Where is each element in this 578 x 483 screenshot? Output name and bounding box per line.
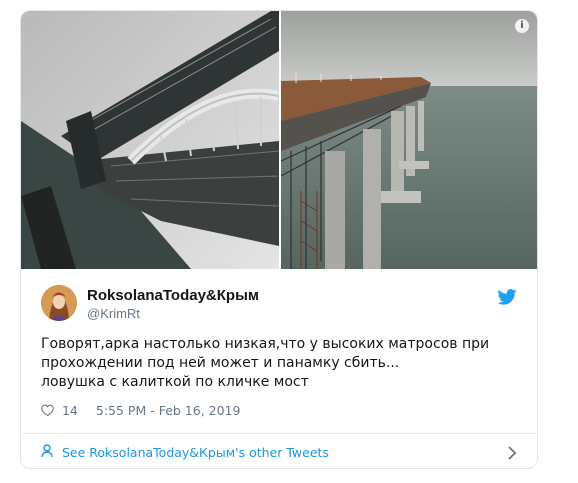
avatar[interactable] [41,285,77,321]
person-icon [41,442,53,466]
user-handle[interactable]: @KrimRt [87,306,140,321]
tweet-text: Говорят,арка настолько низкая,что у высо… [41,336,490,390]
tweet-meta: 14 5:55 PM - Feb 16, 2019 [41,403,240,421]
info-icon[interactable]: i [515,19,529,33]
chevron-right-icon[interactable] [507,446,517,460]
like-count[interactable]: 14 [62,403,78,418]
tweet-timestamp[interactable]: 5:55 PM - Feb 16, 2019 [96,403,241,418]
bridge-pillars-photo[interactable] [281,11,537,269]
divider [21,433,537,434]
heart-icon[interactable] [41,404,54,419]
see-other-tweets-link[interactable]: See RoksolanaToday&Крым's other Tweets [41,441,521,465]
tweet-media[interactable]: i [21,11,537,269]
embedded-tweet-card[interactable]: i RoksolanaToday&Крым @KrimRt Говорят,ар… [20,10,538,469]
tweet-header: RoksolanaToday&Крым @KrimRt [41,285,517,325]
twitter-bird-icon[interactable] [497,289,517,305]
display-name[interactable]: RoksolanaToday&Крым [87,287,259,304]
bridge-arch-photo[interactable] [21,11,279,269]
see-other-tweets-label[interactable]: See RoksolanaToday&Крым's other Tweets [62,445,329,460]
